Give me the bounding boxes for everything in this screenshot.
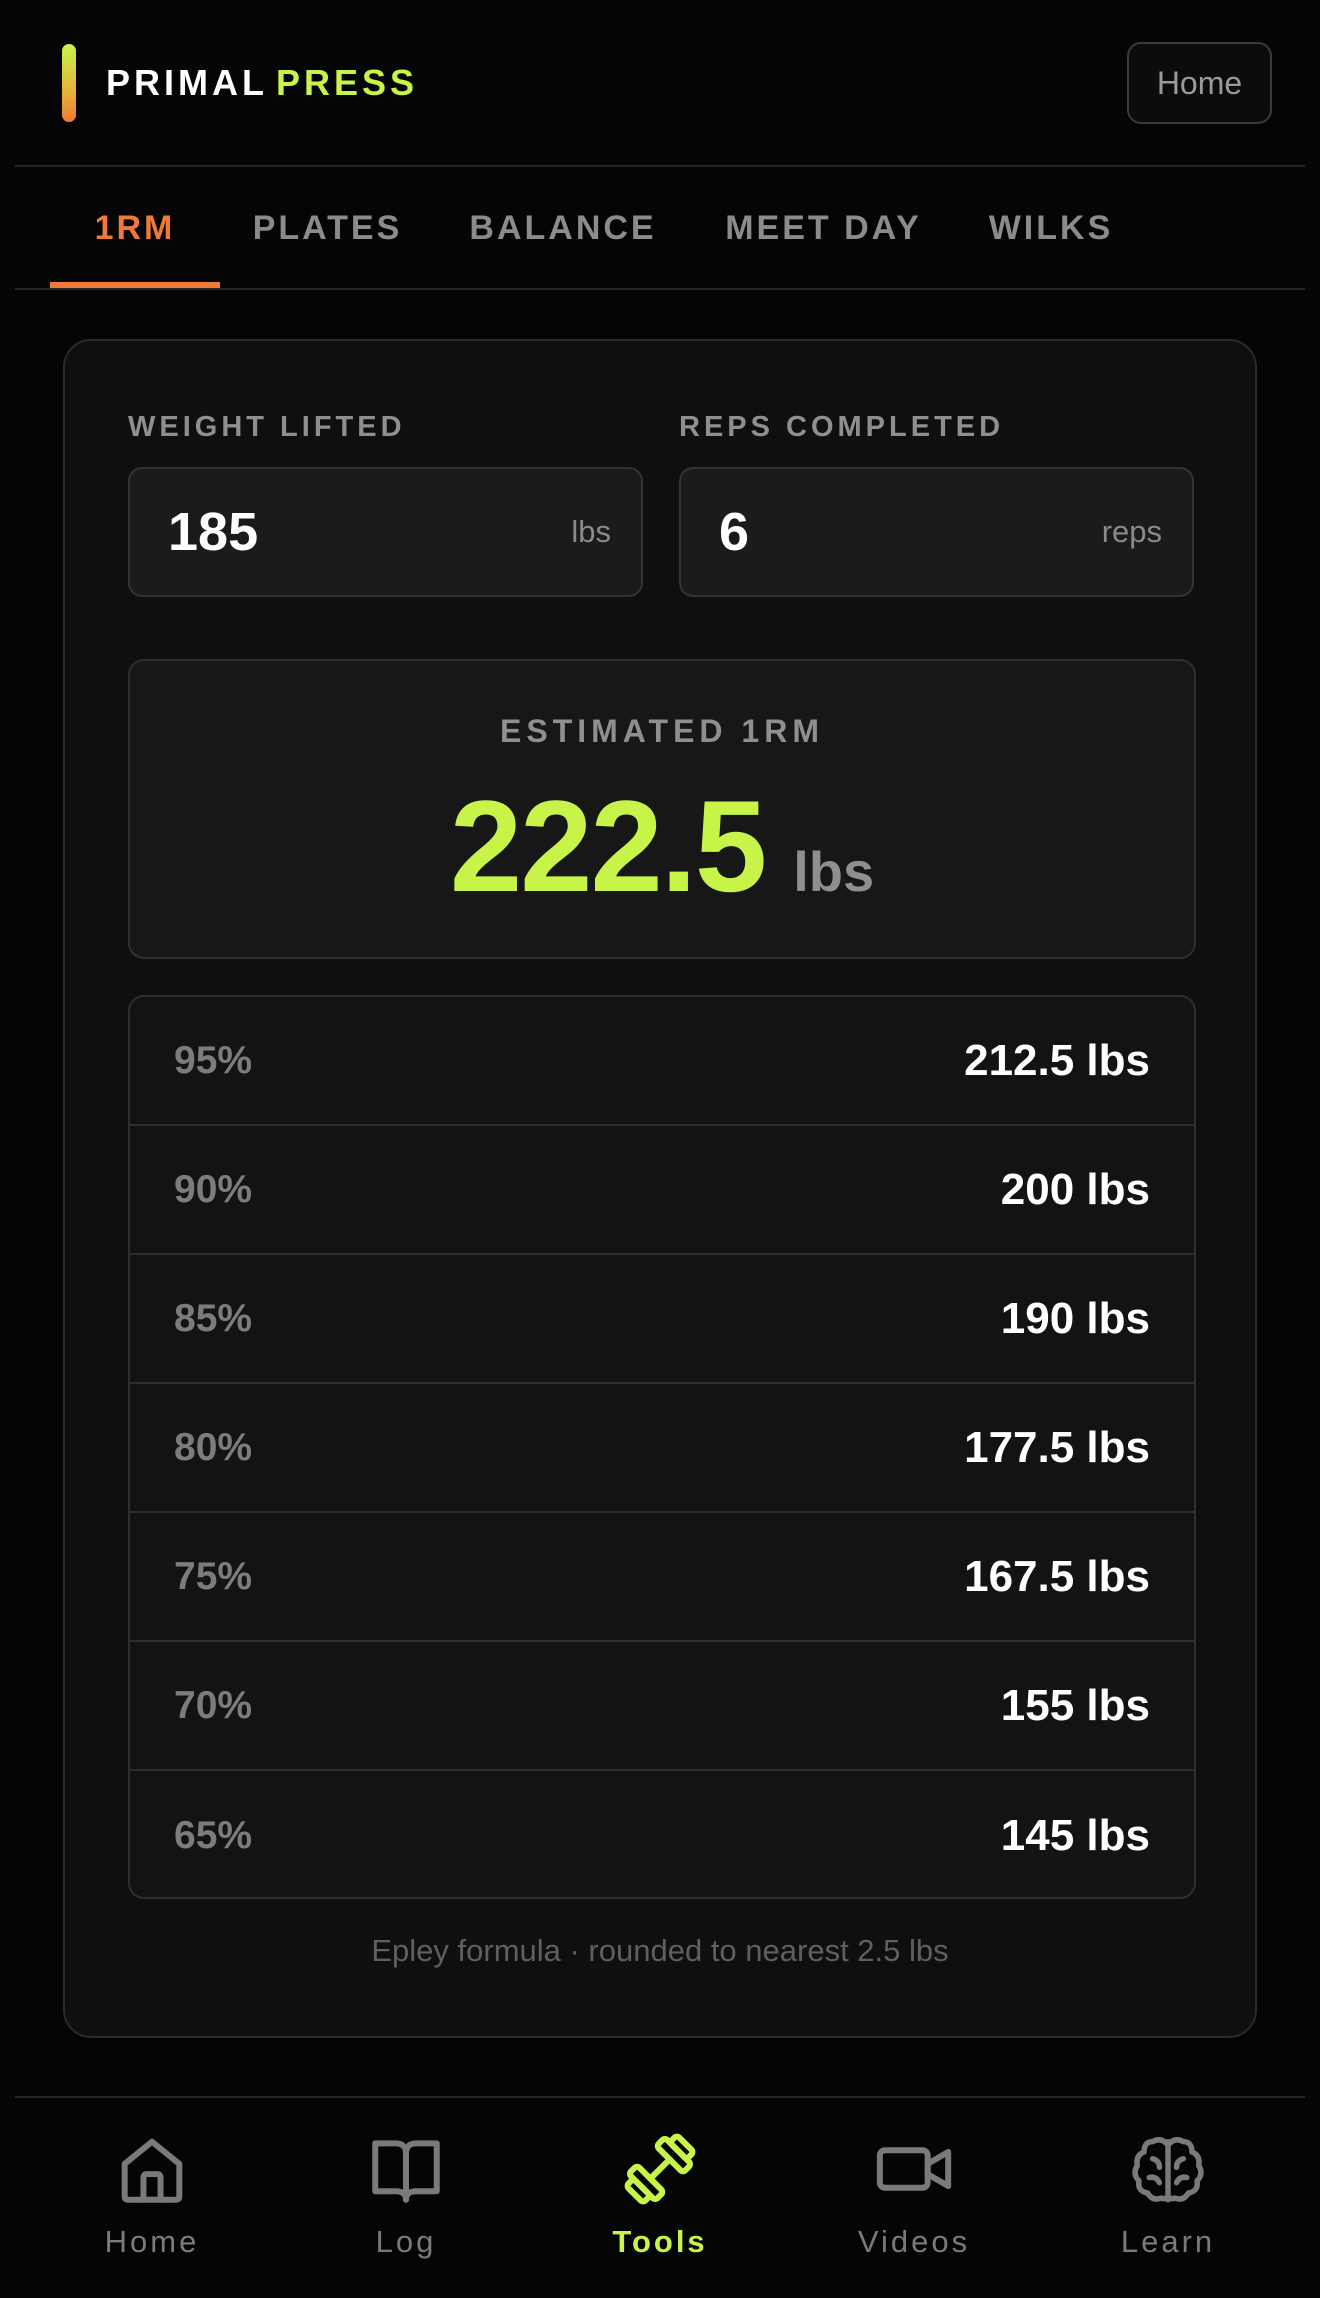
video-camera-icon bbox=[876, 2147, 952, 2191]
header-divider bbox=[15, 165, 1305, 167]
nav-label-learn: Learn bbox=[1120, 2224, 1216, 2259]
one-rep-max-card: WEIGHT LIFTED REPS COMPLETED 185 lbs 6 r… bbox=[63, 339, 1257, 2038]
estimated-1rm-panel: ESTIMATED 1RM 222.5 lbs bbox=[128, 659, 1196, 959]
estimated-1rm-value: 222.5 bbox=[449, 773, 767, 919]
brand-word-accent: PRESS bbox=[276, 62, 419, 103]
weight-cell: 145 lbs bbox=[1000, 1810, 1150, 1860]
tab-meet-day[interactable]: MEET DAY bbox=[711, 168, 936, 288]
dumbbell-icon bbox=[624, 2133, 696, 2205]
weight-value: 185 bbox=[168, 502, 259, 562]
weight-cell: 167.5 lbs bbox=[964, 1551, 1150, 1601]
weight-unit: lbs bbox=[571, 514, 611, 549]
nav-item-learn[interactable]: Learn bbox=[1053, 2098, 1283, 2298]
nav-label-home: Home bbox=[104, 2224, 200, 2259]
reps-value: 6 bbox=[719, 502, 750, 562]
table-row: 90% 200 lbs bbox=[130, 1126, 1194, 1255]
nav-item-tools[interactable]: Tools bbox=[545, 2098, 775, 2298]
weight-cell: 190 lbs bbox=[1000, 1293, 1150, 1343]
table-row: 95% 212.5 lbs bbox=[130, 997, 1194, 1126]
weight-input[interactable]: 185 lbs bbox=[128, 467, 643, 597]
app-root: PRIMAL PRESS Home 1RM PLATES BALANCE MEET… bbox=[0, 0, 1320, 2298]
weight-cell: 155 lbs bbox=[1000, 1680, 1150, 1730]
table-row: 75% 167.5 lbs bbox=[130, 1513, 1194, 1642]
home-icon bbox=[121, 2138, 183, 2203]
percent-cell: 95% bbox=[174, 1038, 253, 1082]
bottom-nav: Home Log Tools Videos Learn bbox=[15, 2098, 1305, 2298]
reps-label: REPS COMPLETED bbox=[679, 411, 1005, 443]
tool-tabs: 1RM PLATES BALANCE MEET DAY WILKS bbox=[15, 168, 1305, 288]
formula-footnote: Epley formula · rounded to nearest 2.5 l… bbox=[371, 1933, 949, 1968]
reps-input[interactable]: 6 reps bbox=[679, 467, 1194, 597]
percent-cell: 75% bbox=[174, 1554, 253, 1598]
tab-plates[interactable]: PLATES bbox=[240, 168, 415, 288]
book-icon bbox=[372, 2140, 440, 2203]
estimated-1rm-unit: lbs bbox=[793, 840, 875, 903]
brand-logo: PRIMAL PRESS bbox=[62, 44, 418, 122]
tab-balance[interactable]: BALANCE bbox=[463, 168, 663, 288]
nav-label-log: Log bbox=[375, 2224, 437, 2259]
table-row: 85% 190 lbs bbox=[130, 1255, 1194, 1384]
nav-item-home[interactable]: Home bbox=[37, 2098, 267, 2298]
percent-cell: 90% bbox=[174, 1167, 253, 1211]
nav-item-videos[interactable]: Videos bbox=[799, 2098, 1029, 2298]
tab-wilks[interactable]: WILKS bbox=[976, 168, 1126, 288]
percent-cell: 80% bbox=[174, 1425, 253, 1469]
tab-1rm[interactable]: 1RM bbox=[50, 168, 220, 288]
estimated-1rm-readout: 222.5 lbs bbox=[130, 771, 1194, 921]
tabs-divider bbox=[15, 288, 1305, 290]
percent-cell: 85% bbox=[174, 1296, 253, 1340]
weight-cell: 212.5 lbs bbox=[964, 1035, 1150, 1085]
table-row: 80% 177.5 lbs bbox=[130, 1384, 1194, 1513]
weight-cell: 200 lbs bbox=[1000, 1164, 1150, 1214]
brand-name: PRIMAL PRESS bbox=[106, 62, 418, 104]
brand-word-primary: PRIMAL bbox=[106, 62, 268, 103]
nav-label-videos: Videos bbox=[857, 2224, 971, 2259]
weight-label: WEIGHT LIFTED bbox=[128, 411, 406, 443]
brain-icon bbox=[1132, 2137, 1204, 2203]
home-button[interactable]: Home bbox=[1127, 42, 1272, 124]
table-row: 70% 155 lbs bbox=[130, 1642, 1194, 1771]
estimated-1rm-label: ESTIMATED 1RM bbox=[500, 713, 824, 749]
percent-cell: 70% bbox=[174, 1683, 253, 1727]
percent-cell: 65% bbox=[174, 1813, 253, 1857]
nav-label-tools: Tools bbox=[612, 2224, 708, 2259]
weight-cell: 177.5 lbs bbox=[964, 1422, 1150, 1472]
table-row: 65% 145 lbs bbox=[130, 1771, 1194, 1897]
reps-unit: reps bbox=[1101, 514, 1162, 549]
percentage-table: 95% 212.5 lbs 90% 200 lbs 85% 190 lbs 80… bbox=[128, 995, 1196, 1899]
app-header: PRIMAL PRESS Home bbox=[0, 0, 1320, 166]
brand-accent-bar bbox=[62, 44, 76, 122]
nav-item-log[interactable]: Log bbox=[291, 2098, 521, 2298]
